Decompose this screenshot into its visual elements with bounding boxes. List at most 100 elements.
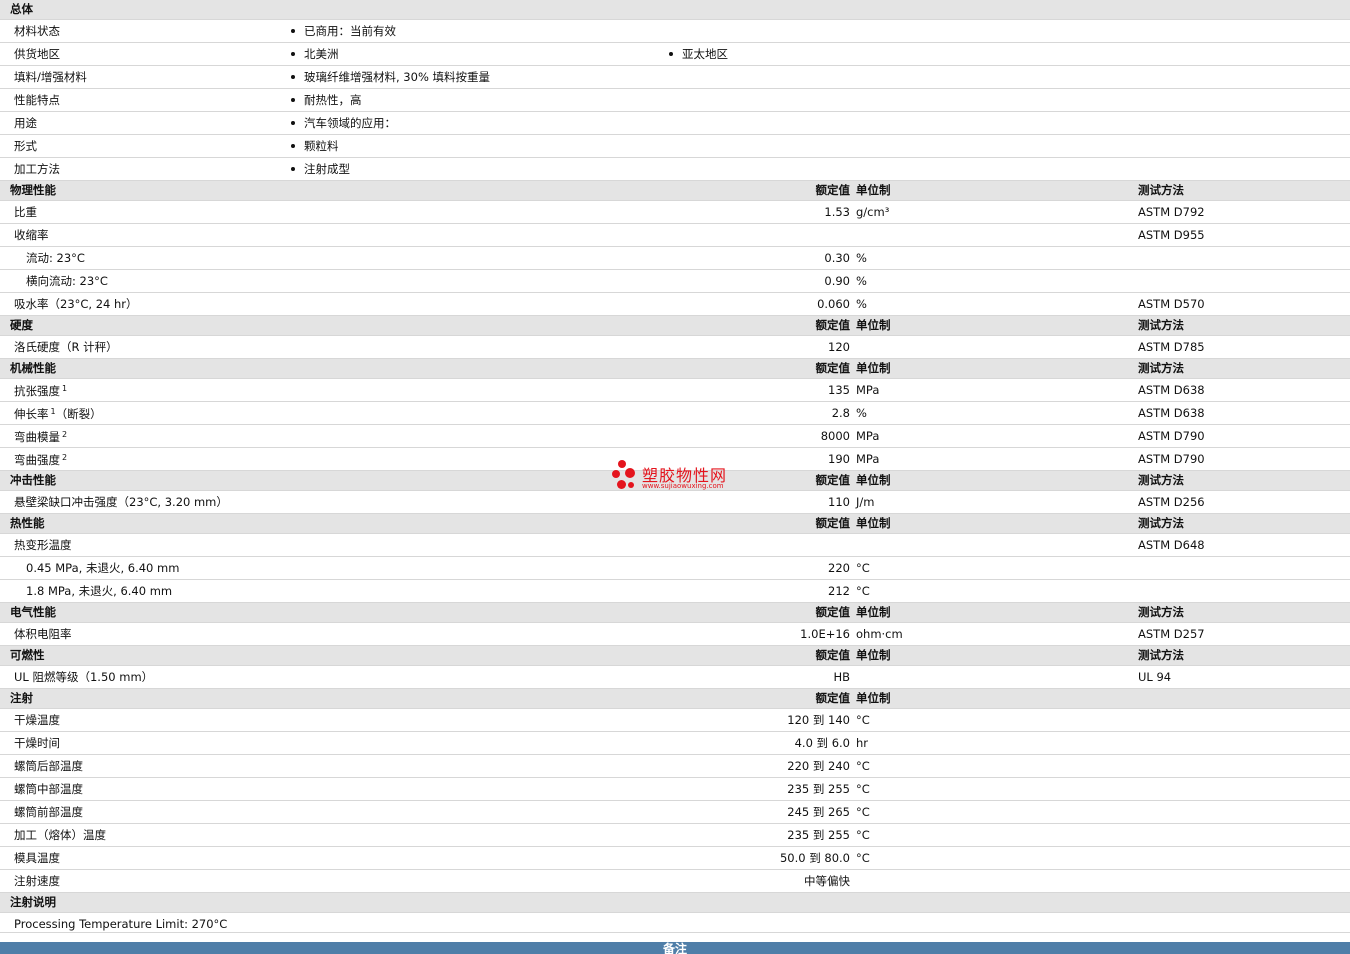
bullet-icon [291, 143, 295, 148]
nominal-value: 120 到 140 [787, 713, 850, 727]
property-label-text: 形式 [14, 139, 37, 153]
table-row: 形式 颗粒料 [0, 135, 1350, 158]
property-label-text: 1.8 MPa, 未退火, 6.40 mm [26, 584, 173, 598]
property-value-text: 颗粒料 [304, 139, 339, 153]
table-row: 性能特点 耐热性，高 [0, 89, 1350, 112]
property-label: 伸长率 1（断裂） [14, 408, 102, 421]
bullet-icon [291, 97, 295, 102]
bullet-icon [291, 120, 295, 125]
table-row: 用途 汽车领域的应用： [0, 112, 1350, 135]
section-header: 物理性能 额定值 单位制 测试方法 [0, 181, 1350, 201]
nominal-value: 220 到 240 [787, 759, 850, 773]
unit-value: % [856, 297, 867, 311]
property-label: 抗张强度 1 [14, 385, 67, 398]
section-title: 物理性能 [10, 183, 56, 197]
watermark-dot [625, 468, 635, 478]
table-row: 干燥温度 120 到 140 °C [0, 709, 1350, 732]
property-label: 收缩率 [14, 228, 49, 242]
property-label: 加工方法 [14, 162, 60, 176]
table-row: 弯曲模量 2 8000 MPa ASTM D790 [0, 425, 1350, 448]
nominal-value-header: 额定值 [815, 605, 851, 619]
property-label-text: 性能特点 [14, 93, 60, 107]
watermark-dot [617, 480, 626, 489]
unit-value: ohm·cm [856, 627, 903, 641]
table-row: 抗张强度 1 135 MPa ASTM D638 [0, 379, 1350, 402]
unit-header: 单位制 [856, 516, 891, 530]
nominal-value: 中等偏快 [804, 874, 850, 888]
test-method: ASTM D955 [1138, 228, 1205, 242]
unit-value: °C [856, 851, 870, 865]
test-method-header: 测试方法 [1138, 183, 1184, 197]
nominal-value-header: 额定值 [815, 691, 851, 705]
property-label-text: 流动: 23°C [26, 251, 85, 265]
table-row: 加工方法 注射成型 [0, 158, 1350, 181]
nominal-value: HB [833, 670, 850, 684]
nominal-value: 2.8 [831, 406, 850, 420]
table-row: 干燥时间 4.0 到 6.0 hr [0, 732, 1350, 755]
table-row: 流动: 23°C 0.30% [0, 247, 1350, 270]
nominal-value-header: 额定值 [815, 516, 851, 530]
test-method-header: 测试方法 [1138, 473, 1184, 487]
nominal-value: 235 到 255 [787, 782, 850, 796]
property-label-text: 收缩率 [14, 228, 49, 242]
test-method: ASTM D256 [1138, 495, 1205, 509]
section-title: 可燃性 [10, 648, 45, 662]
section-title: 电气性能 [10, 605, 56, 619]
property-label: 弯曲模量 2 [14, 431, 67, 444]
property-value: 汽车领域的应用： [291, 116, 396, 130]
table-row: 横向流动: 23°C 0.90% [0, 270, 1350, 293]
unit-value: °C [856, 561, 870, 575]
table-row: 供货地区 北美洲 亚太地区 [0, 43, 1350, 66]
unit-value: J/m [856, 495, 875, 509]
unit-value: °C [856, 713, 870, 727]
notes-section-header: 备注 [0, 942, 1350, 954]
nominal-value: 235 到 255 [787, 828, 850, 842]
property-value: 北美洲 [291, 48, 339, 61]
bullet-icon [291, 28, 295, 33]
nominal-value: 8000 [820, 429, 850, 443]
property-value-text: 玻璃纤维增强材料, 30% 填料按重量 [304, 70, 491, 84]
test-method-header: 测试方法 [1138, 318, 1184, 332]
nominal-value: 1.53 [824, 205, 850, 219]
test-method: ASTM D638 [1138, 406, 1205, 420]
table-row: 悬壁梁缺口冲击强度（23°C, 3.20 mm） 110 J/m ASTM D256 [0, 491, 1350, 514]
nominal-value: 50.0 到 80.0 [779, 851, 850, 865]
property-value-text: 已商用：当前有效 [304, 24, 396, 38]
property-label-text: 0.45 MPa, 未退火, 6.40 mm [26, 561, 180, 575]
property-label-text: 体积电阻率 [14, 627, 72, 641]
property-label: 干燥温度 [14, 714, 60, 727]
property-label: 吸水率（23°C, 24 hr） [14, 298, 138, 311]
bullet-icon [291, 51, 295, 56]
section-header: 注射 额定值 单位制 [0, 689, 1350, 709]
table-row: 注射速度 中等偏快 [0, 870, 1350, 893]
unit-value: °C [856, 828, 870, 842]
nominal-value: 110 [828, 495, 850, 509]
property-label-suffix: （断裂） [55, 407, 102, 421]
test-method-header: 测试方法 [1138, 648, 1184, 662]
unit-value: MPa [856, 452, 880, 466]
property-label: Processing Temperature Limit: 270°C [14, 918, 227, 931]
property-label-text: 加工方法 [14, 162, 60, 176]
property-label-text: 比重 [14, 205, 37, 219]
watermark-site-url: www.sujiaowuxing.com [642, 482, 724, 490]
property-value: 已商用：当前有效 [291, 24, 396, 38]
unit-header: 单位制 [856, 318, 891, 332]
table-row: 模具温度 50.0 到 80.0 °C [0, 847, 1350, 870]
table-row: 填料/增强材料 玻璃纤维增强材料, 30% 填料按重量 [0, 66, 1350, 89]
unit-value: °C [856, 759, 870, 773]
table-row: 比重 1.53 g/cm³ ASTM D792 [0, 201, 1350, 224]
property-label-text: 用途 [14, 116, 37, 130]
property-label-text: 材料状态 [14, 24, 60, 38]
section-title: 冲击性能 [10, 473, 56, 487]
unit-value: °C [856, 584, 870, 598]
nominal-value: 1.0E+16 [800, 627, 850, 641]
property-value-text: 耐热性，高 [304, 93, 362, 107]
property-label-text: 填料/增强材料 [14, 70, 87, 84]
section-header: 可燃性 额定值 单位制 测试方法 [0, 646, 1350, 666]
test-method-header: 测试方法 [1138, 361, 1184, 375]
unit-header: 单位制 [856, 605, 891, 619]
property-label: 性能特点 [14, 93, 60, 107]
property-label: 形式 [14, 139, 37, 153]
property-value-text: 汽车领域的应用： [304, 116, 396, 130]
test-method: ASTM D790 [1138, 429, 1205, 443]
